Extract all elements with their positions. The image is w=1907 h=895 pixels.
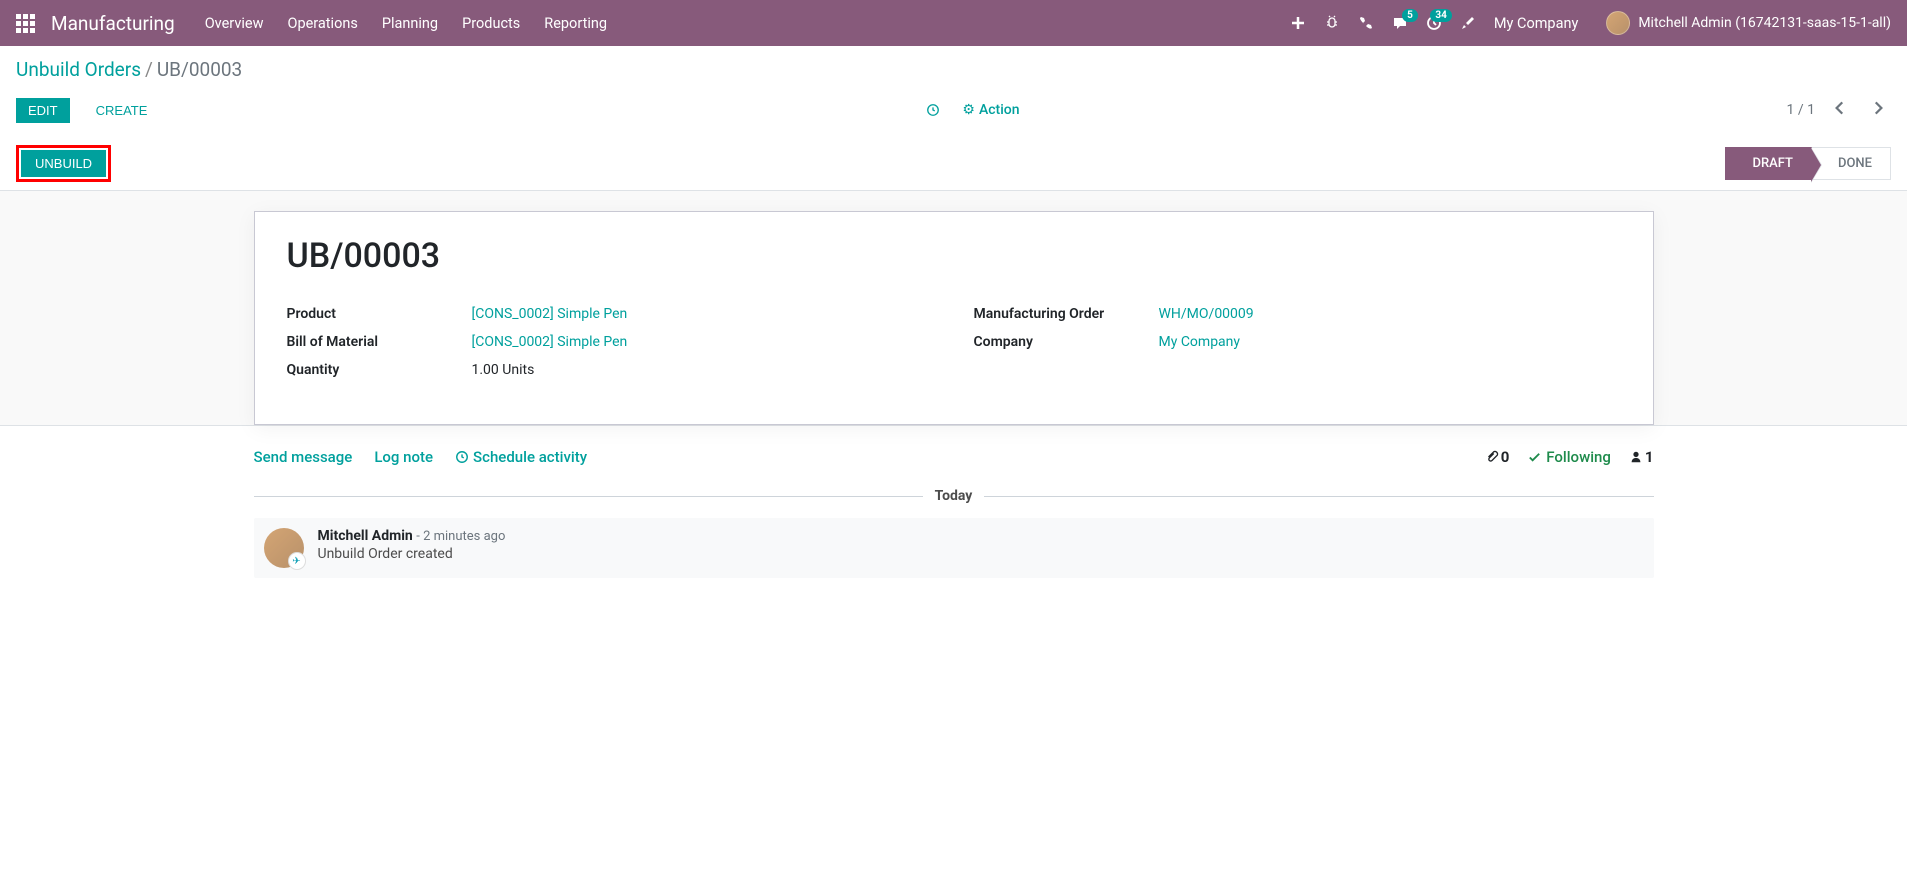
send-message-button[interactable]: Send message	[254, 448, 353, 466]
message-item: Mitchell Admin - 2 minutes ago Unbuild O…	[254, 518, 1654, 578]
status-bar: Unbuild Draft Done	[0, 137, 1907, 191]
nav-menu: Overview Operations Planning Products Re…	[205, 15, 1290, 32]
status-draft[interactable]: Draft	[1725, 147, 1812, 180]
breadcrumb: Unbuild Orders / UB/00003	[16, 58, 1891, 81]
label-qty: Quantity	[287, 362, 472, 378]
activities-badge: 34	[1430, 9, 1451, 22]
app-brand[interactable]: Manufacturing	[51, 12, 175, 35]
phone-icon[interactable]	[1358, 15, 1374, 31]
main-navbar: Manufacturing Overview Operations Planni…	[0, 0, 1907, 46]
value-qty: 1.00 Units	[472, 362, 535, 378]
pager-next-icon[interactable]	[1865, 95, 1891, 125]
company-switcher[interactable]: My Company	[1494, 15, 1578, 32]
message-author[interactable]: Mitchell Admin	[318, 528, 413, 544]
action-dropdown[interactable]: ⚙ Action	[926, 102, 1019, 118]
status-done[interactable]: Done	[1812, 147, 1891, 180]
nav-overview[interactable]: Overview	[205, 15, 264, 32]
unbuild-highlight: Unbuild	[16, 145, 111, 182]
apps-icon[interactable]	[16, 14, 35, 33]
create-button[interactable]: Create	[84, 98, 160, 123]
systray: 5 34 My Company Mitchell Admin (16742131…	[1290, 11, 1891, 35]
following-button[interactable]: Following	[1527, 448, 1611, 466]
new-icon[interactable]	[1290, 15, 1306, 31]
messages-icon[interactable]: 5	[1392, 15, 1408, 31]
message-body-text: Unbuild Order created	[318, 546, 1644, 562]
value-bom[interactable]: [CONS_0002] Simple Pen	[472, 334, 628, 350]
chatter: Send message Log note Schedule activity …	[254, 426, 1654, 592]
pager-value[interactable]: 1 / 1	[1787, 102, 1815, 118]
schedule-activity-button[interactable]: Schedule activity	[455, 448, 587, 466]
avatar-icon	[1606, 11, 1630, 35]
unbuild-button[interactable]: Unbuild	[21, 150, 106, 177]
tools-icon[interactable]	[1460, 15, 1476, 31]
record-title: UB/00003	[287, 236, 1621, 276]
value-mo[interactable]: WH/MO/00009	[1159, 306, 1254, 322]
nav-operations[interactable]: Operations	[287, 15, 357, 32]
value-company[interactable]: My Company	[1159, 334, 1241, 350]
breadcrumb-sep: /	[145, 58, 153, 81]
nav-reporting[interactable]: Reporting	[544, 15, 607, 32]
label-mo: Manufacturing Order	[974, 306, 1159, 322]
message-avatar-icon	[264, 528, 304, 568]
form-sheet: UB/00003 Product [CONS_0002] Simple Pen …	[254, 211, 1654, 425]
attachments-button[interactable]: 0	[1485, 448, 1510, 466]
user-name: Mitchell Admin (16742131-saas-15-1-all)	[1638, 15, 1891, 31]
chatter-date-separator: Today	[254, 488, 1654, 504]
messages-badge: 5	[1402, 9, 1418, 22]
activities-icon[interactable]: 34	[1426, 15, 1442, 31]
user-menu[interactable]: Mitchell Admin (16742131-saas-15-1-all)	[1606, 11, 1891, 35]
label-product: Product	[287, 306, 472, 322]
pager-prev-icon[interactable]	[1827, 95, 1853, 125]
label-company: Company	[974, 334, 1159, 350]
sheet-background: UB/00003 Product [CONS_0002] Simple Pen …	[0, 191, 1907, 426]
label-bom: Bill of Material	[287, 334, 472, 350]
chatter-toolbar: Send message Log note Schedule activity …	[254, 440, 1654, 474]
edit-button[interactable]: Edit	[16, 98, 70, 123]
message-time: - 2 minutes ago	[416, 529, 505, 544]
breadcrumb-prev[interactable]: Unbuild Orders	[16, 58, 141, 81]
nav-planning[interactable]: Planning	[382, 15, 438, 32]
followers-button[interactable]: 1	[1629, 448, 1654, 466]
control-panel: Unbuild Orders / UB/00003 Edit Create ⚙ …	[0, 46, 1907, 137]
log-note-button[interactable]: Log note	[374, 448, 433, 466]
status-flow: Draft Done	[1725, 147, 1891, 180]
nav-products[interactable]: Products	[462, 15, 520, 32]
breadcrumb-current: UB/00003	[157, 58, 242, 81]
debug-icon[interactable]	[1324, 15, 1340, 31]
value-product[interactable]: [CONS_0002] Simple Pen	[472, 306, 628, 322]
